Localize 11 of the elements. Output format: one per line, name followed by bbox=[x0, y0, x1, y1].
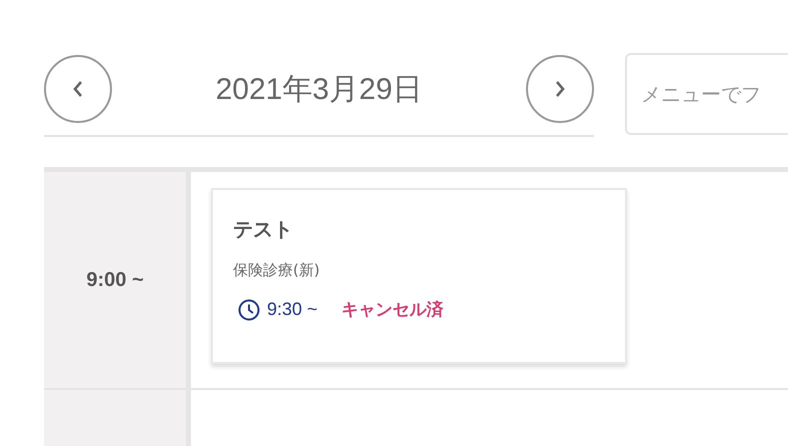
chevron-left-icon bbox=[72, 80, 84, 98]
appointment-title: テスト bbox=[233, 216, 294, 243]
menu-name: 保険診療(新) bbox=[233, 261, 321, 280]
time-slot-label: 9:00 ~ bbox=[86, 268, 144, 292]
status-label: キャンセル済 bbox=[342, 299, 444, 321]
clock-icon bbox=[238, 298, 260, 320]
date-label: 2021年3月29日 bbox=[216, 72, 422, 108]
appointment-time: 9:30 ~ bbox=[267, 299, 318, 320]
chevron-right-icon bbox=[554, 80, 566, 98]
search-field[interactable]: メニューでフ bbox=[625, 53, 788, 135]
appointment-card[interactable]: テスト 保険診療(新) 9:30 ~ キャンセル済 bbox=[211, 188, 627, 364]
